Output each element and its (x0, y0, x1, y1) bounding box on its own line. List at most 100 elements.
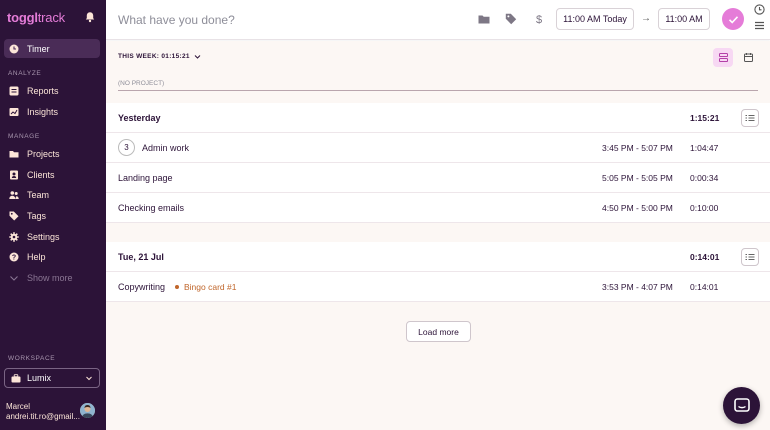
day-header: Yesterday 1:15:21 (106, 103, 770, 133)
time-entry-row[interactable]: 3 Admin work 3:45 PM - 5:07 PM 1:04:47 (106, 133, 770, 163)
entry-time-range[interactable]: 3:45 PM - 5:07 PM (602, 143, 673, 153)
bulk-edit-button[interactable] (741, 108, 759, 127)
time-entry-row[interactable]: Landing page 5:05 PM - 5:05 PM 0:00:34 (106, 163, 770, 193)
folder-icon (9, 150, 19, 157)
sidebar-item-insights[interactable]: Insights (4, 102, 100, 121)
folder-icon[interactable] (478, 13, 490, 25)
entry-duration[interactable]: 0:00:34 (690, 173, 718, 183)
sidebar-item-label: Team (27, 189, 50, 200)
sidebar-item-settings[interactable]: Settings (4, 227, 100, 246)
bulk-edit-button[interactable] (741, 247, 759, 266)
chat-button[interactable] (723, 387, 760, 424)
sidebar-item-projects[interactable]: Projects (4, 144, 100, 163)
sidebar-item-reports[interactable]: Reports (4, 81, 100, 100)
clock-icon[interactable] (754, 4, 765, 15)
time-entry-row[interactable]: Checking emails 4:50 PM - 5:00 PM 0:10:0… (106, 193, 770, 223)
team-icon (9, 190, 19, 199)
list-view-icon (718, 53, 728, 62)
logo[interactable]: toggltrack (7, 10, 65, 25)
sidebar: toggltrack Timer ANALYZE Reports Insight… (0, 0, 106, 430)
calendar-view-button[interactable] (738, 48, 758, 67)
check-icon (728, 15, 738, 24)
bell-icon[interactable] (84, 11, 96, 23)
client-icon (10, 170, 18, 179)
sidebar-item-show-more[interactable]: Show more (4, 268, 100, 287)
menu-icon[interactable] (754, 20, 765, 31)
description-input[interactable] (118, 11, 418, 29)
entry-time-range[interactable]: 5:05 PM - 5:05 PM (602, 173, 673, 183)
start-time-field[interactable]: 11:00 AM Today (556, 8, 634, 30)
section-manage: MANAGE (8, 133, 40, 140)
sidebar-item-team[interactable]: Team (4, 185, 100, 204)
chevron-down-icon (10, 275, 18, 281)
insights-icon (9, 107, 19, 116)
day-group: Tue, 21 Jul 0:14:01 Copywriting Bingo ca… (106, 242, 770, 302)
time-entry-row[interactable]: Copywriting Bingo card #1 3:53 PM - 4:07… (106, 272, 770, 302)
chat-icon (733, 397, 750, 412)
tag-icon[interactable] (505, 13, 517, 25)
list-icon (745, 114, 755, 121)
entry-duration[interactable]: 0:14:01 (690, 282, 718, 292)
week-total[interactable]: THIS WEEK: 01:15:21 (118, 53, 201, 60)
load-more-button[interactable]: Load more (406, 321, 471, 342)
divider (118, 90, 758, 91)
chevron-down-icon (194, 55, 201, 59)
end-time-field[interactable]: 11:00 AM (658, 8, 710, 30)
add-entry-button[interactable] (722, 8, 744, 30)
dollar-icon[interactable]: $ (533, 13, 545, 25)
week-total-label: THIS WEEK: 01:15:21 (118, 53, 190, 61)
section-workspace: WORKSPACE (8, 355, 56, 362)
entry-description[interactable]: Admin work (142, 143, 189, 153)
sidebar-item-label: Clients (27, 169, 55, 180)
day-group: Yesterday 1:15:21 3 Admin work 3:45 PM -… (106, 103, 770, 223)
list-view-button[interactable] (713, 48, 733, 67)
reports-icon (9, 86, 19, 95)
section-analyze: ANALYZE (8, 70, 42, 77)
calendar-icon (743, 53, 753, 62)
sidebar-item-label: Tags (27, 210, 47, 221)
sidebar-item-label: Projects (27, 148, 60, 159)
user-email: andrei.tit.ro@gmail... (6, 412, 80, 421)
list-icon (745, 253, 755, 260)
clock-icon (9, 44, 19, 53)
entry-duration[interactable]: 0:10:00 (690, 203, 718, 213)
time-entries-panel: THIS WEEK: 01:15:21 (NO PROJECT) Yesterd… (106, 41, 770, 430)
entry-duration[interactable]: 1:04:47 (690, 143, 718, 153)
timer-bar: $ 11:00 AM Today → 11:00 AM (106, 0, 770, 40)
sidebar-item-timer[interactable]: Timer (4, 39, 100, 58)
sidebar-item-label: Settings (27, 231, 60, 242)
workspace-select[interactable]: Lumix (4, 368, 100, 388)
chevron-down-icon (86, 376, 92, 381)
sidebar-item-label: Insights (27, 106, 59, 117)
entry-description[interactable]: Copywriting (118, 282, 165, 292)
sidebar-item-tags[interactable]: Tags (4, 206, 100, 225)
day-total: 0:14:01 (690, 251, 720, 262)
entry-description[interactable]: Checking emails (118, 203, 184, 213)
day-date: Yesterday (118, 112, 161, 123)
sidebar-item-clients[interactable]: Clients (4, 165, 100, 184)
sidebar-item-label: Timer (27, 43, 50, 54)
tag-icon (9, 211, 19, 220)
briefcase-icon (11, 373, 21, 382)
sidebar-item-label: Reports (27, 85, 59, 96)
entry-count-badge[interactable]: 3 (118, 139, 135, 156)
svg-text:?: ? (12, 254, 16, 261)
avatar[interactable] (80, 403, 95, 418)
gear-icon (9, 231, 19, 242)
user-name: Marcel (6, 402, 31, 411)
day-total: 1:15:21 (690, 112, 720, 123)
entry-project[interactable]: Bingo card #1 (175, 282, 236, 292)
arrow-right-icon: → (641, 13, 651, 24)
entry-time-range[interactable]: 3:53 PM - 4:07 PM (602, 282, 673, 292)
avatar-image (80, 403, 95, 418)
entry-description[interactable]: Landing page (118, 173, 173, 183)
help-icon: ? (9, 252, 19, 261)
project-color-dot (175, 284, 179, 289)
workspace-name: Lumix (27, 373, 52, 383)
day-date: Tue, 21 Jul (118, 251, 164, 262)
sidebar-item-help[interactable]: ? Help (4, 247, 100, 266)
entry-time-range[interactable]: 4:50 PM - 5:00 PM (602, 203, 673, 213)
svg-text:$: $ (536, 14, 542, 25)
project-name: Bingo card #1 (184, 281, 237, 292)
day-header: Tue, 21 Jul 0:14:01 (106, 242, 770, 272)
